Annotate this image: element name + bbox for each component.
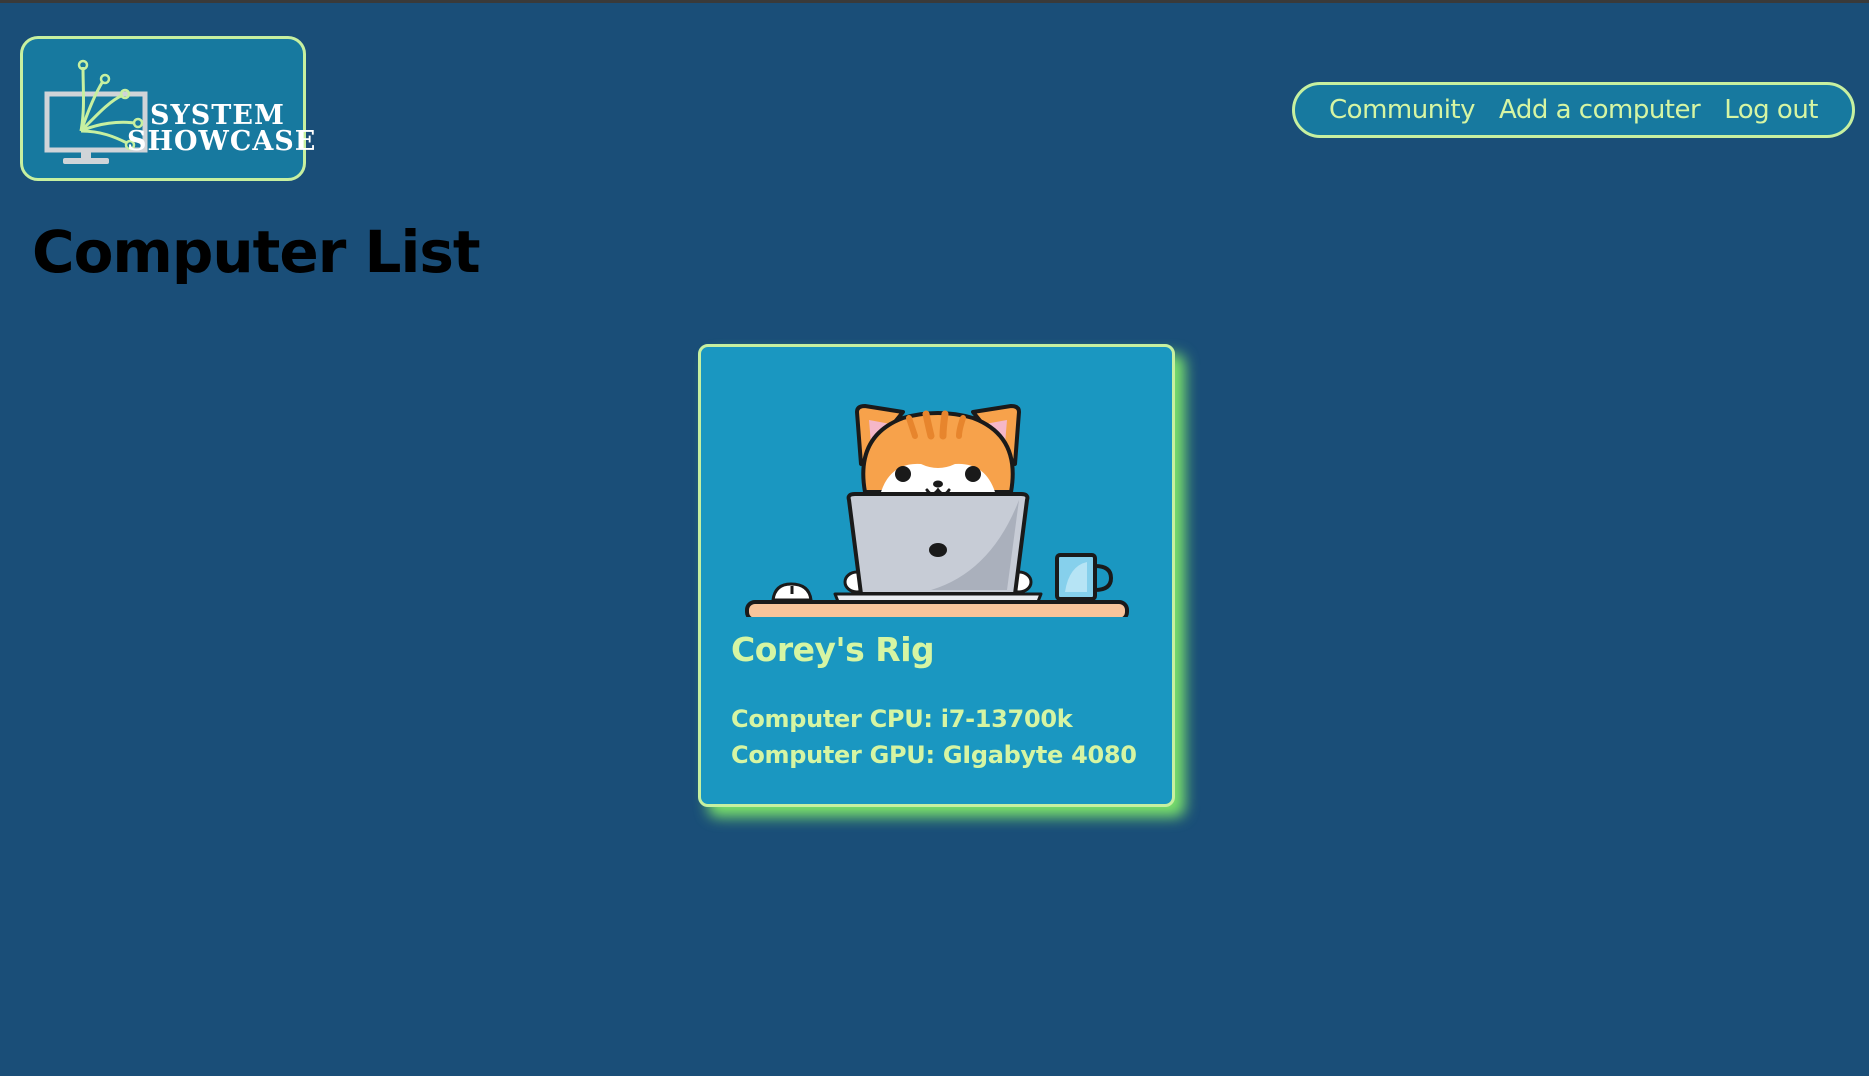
cat-laptop-illustration	[745, 404, 1129, 617]
computer-name[interactable]: Corey's Rig	[731, 630, 935, 669]
nav-logout-link[interactable]: Log out	[1724, 95, 1818, 125]
computer-card[interactable]: Corey's Rig Computer CPU: i7-13700k Comp…	[698, 344, 1175, 807]
site-logo[interactable]: SYSTEM SHOWCASE	[20, 36, 315, 181]
computer-cpu: Computer CPU: i7-13700k	[731, 705, 1073, 733]
nav-add-computer-link[interactable]: Add a computer	[1499, 95, 1701, 125]
logo-text-line1: SYSTEM	[150, 100, 285, 131]
page-title: Computer List	[32, 218, 481, 286]
top-nav: Community Add a computer Log out	[1292, 82, 1855, 138]
logo-text-line2: SHOWCASE	[127, 126, 317, 157]
computer-gpu: Computer GPU: GIgabyte 4080	[731, 741, 1137, 769]
nav-community-link[interactable]: Community	[1329, 95, 1475, 125]
